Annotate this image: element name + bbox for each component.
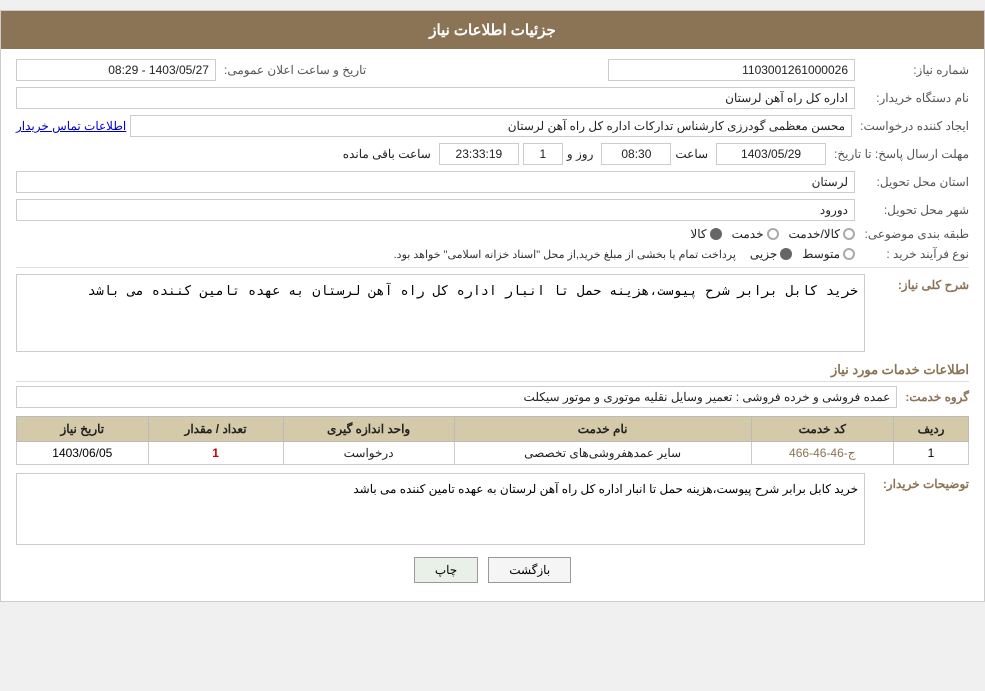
نوع-note: پرداخت تمام یا بخشی از مبلغ خرید,از محل … [394,248,736,261]
label-نام-دستگاه: نام دستگاه خریدار: [859,91,969,105]
cell-تعداد: 1 [148,441,283,464]
row-گروه: گروه خدمت: عمده فروشی و خرده فروشی : تعم… [16,386,969,408]
نوع-radio-group: متوسط جزیی [750,247,855,261]
row-شرح: شرح کلی نیاز: <span data-bind="fields.شر… [16,274,969,352]
row-توضیحات: توضیحات خریدار: [16,473,969,545]
radio-کالا: کالا [690,227,721,241]
radio-کالا-خدمت: کالا/خدمت [789,227,855,241]
طبقه-radio-group: کالا/خدمت خدمت کالا [690,227,855,241]
page-title: جزئیات اطلاعات نیاز [429,22,556,39]
label-شهر: شهر محل تحویل: [859,203,969,217]
تاریخ-value: 1403/05/27 - 08:29 [16,59,216,81]
ساعت-label: ساعت [675,147,708,161]
row-نام-دستگاه: نام دستگاه خریدار: اداره کل راه آهن لرست… [16,87,969,109]
row-استان: استان محل تحویل: لرستان [16,171,969,193]
استان-value: لرستان [16,171,855,193]
radio-جزیی: جزیی [750,247,792,261]
col-تعداد: تعداد / مقدار [148,416,283,441]
label-طبقه: طبقه بندی موضوعی: [859,227,969,241]
radio-label-متوسط: متوسط [802,247,840,261]
مهلت-روز: 1 [523,143,563,165]
radio-label-کالا: کالا [690,227,706,241]
مهلت-date: 1403/05/29 [716,143,826,165]
label-شرح: شرح کلی نیاز: [869,278,969,292]
back-button[interactable]: بازگشت [488,557,571,583]
cell-کد-خدمت: ج-46-46-466 [751,441,894,464]
table-row: 1 ج-46-46-466 سایر عمدهفروشی‌های تخصصی د… [17,441,969,464]
label-تاریخ: تاریخ و ساعت اعلان عمومی: [220,63,366,77]
col-تاریخ: تاریخ نیاز [17,416,149,441]
radio-dot-جزیی [780,248,792,260]
باقی-label: ساعت باقی مانده [343,147,431,161]
table-head: ردیف کد خدمت نام خدمت واحد اندازه گیری ت… [17,416,969,441]
button-row: بازگشت چاپ [16,557,969,583]
content-area: شماره نیاز: 1103001261000026 تاریخ و ساع… [1,49,984,601]
radio-dot-کالا-خدمت [843,228,855,240]
label-شماره-نیاز: شماره نیاز: [859,63,969,77]
توضیحات-value[interactable] [16,473,865,545]
تماس-link[interactable]: اطلاعات تماس خریدار [16,119,126,133]
شرح-value[interactable]: <span data-bind="fields.شرح_value"></spa… [16,274,865,352]
row-طبقه: طبقه بندی موضوعی: کالا/خدمت خدمت کالا [16,227,969,241]
cell-ردیف: 1 [894,441,969,464]
row-شماره-تاریخ: شماره نیاز: 1103001261000026 تاریخ و ساع… [16,59,969,81]
radio-متوسط: متوسط [802,247,855,261]
روز-label: روز و [567,147,594,161]
radio-label-جزیی: جزیی [750,247,777,261]
row-مهلت: مهلت ارسال پاسخ: تا تاریخ: 1403/05/29 سا… [16,143,969,165]
نام-دستگاه-value: اداره کل راه آهن لرستان [16,87,855,109]
row-ایجاد: ایجاد کننده درخواست: محسن معظمی گودرزی ک… [16,115,969,137]
گروه-value: عمده فروشی و خرده فروشی : تعمیر وسایل نق… [16,386,897,408]
cell-واحد: درخواست [283,441,454,464]
مهلت-ساعت: 08:30 [601,143,671,165]
radio-label-خدمت: خدمت [732,227,764,241]
radio-dot-کالا [710,228,722,240]
col-کد-خدمت: کد خدمت [751,416,894,441]
radio-dot-خدمت [767,228,779,240]
page-wrapper: جزئیات اطلاعات نیاز شماره نیاز: 11030012… [0,10,985,602]
col-ردیف: ردیف [894,416,969,441]
ایجاد-value: محسن معظمی گودرزی کارشناس تدارکات اداره … [130,115,852,137]
services-table: ردیف کد خدمت نام خدمت واحد اندازه گیری ت… [16,416,969,465]
label-مهلت: مهلت ارسال پاسخ: تا تاریخ: [830,147,969,161]
شماره-نیاز-value: 1103001261000026 [608,59,855,81]
radio-dot-متوسط [843,248,855,260]
شهر-value: دورود [16,199,855,221]
print-button[interactable]: چاپ [414,557,478,583]
label-ایجاد: ایجاد کننده درخواست: [856,119,969,133]
table-header-row: ردیف کد خدمت نام خدمت واحد اندازه گیری ت… [17,416,969,441]
radio-خدمت: خدمت [732,227,779,241]
cell-نام-خدمت: سایر عمدهفروشی‌های تخصصی [454,441,751,464]
col-واحد: واحد اندازه گیری [283,416,454,441]
label-گروه: گروه خدمت: [901,390,969,404]
row-شهر: شهر محل تحویل: دورود [16,199,969,221]
مهلت-باقی: 23:33:19 [439,143,519,165]
radio-label-کالا-خدمت: کالا/خدمت [789,227,840,241]
label-نوع: نوع فرآیند خرید : [859,247,969,261]
table-body: 1 ج-46-46-466 سایر عمدهفروشی‌های تخصصی د… [17,441,969,464]
col-نام-خدمت: نام خدمت [454,416,751,441]
section-title-خدمات: اطلاعات خدمات مورد نیاز [16,362,969,382]
page-header: جزئیات اطلاعات نیاز [1,11,984,49]
divider-1 [16,267,969,268]
services-table-section: ردیف کد خدمت نام خدمت واحد اندازه گیری ت… [16,416,969,465]
cell-تاریخ: 1403/06/05 [17,441,149,464]
label-استان: استان محل تحویل: [859,175,969,189]
row-نوع: نوع فرآیند خرید : متوسط جزیی پرداخت تمام… [16,247,969,261]
label-توضیحات: توضیحات خریدار: [869,477,969,491]
